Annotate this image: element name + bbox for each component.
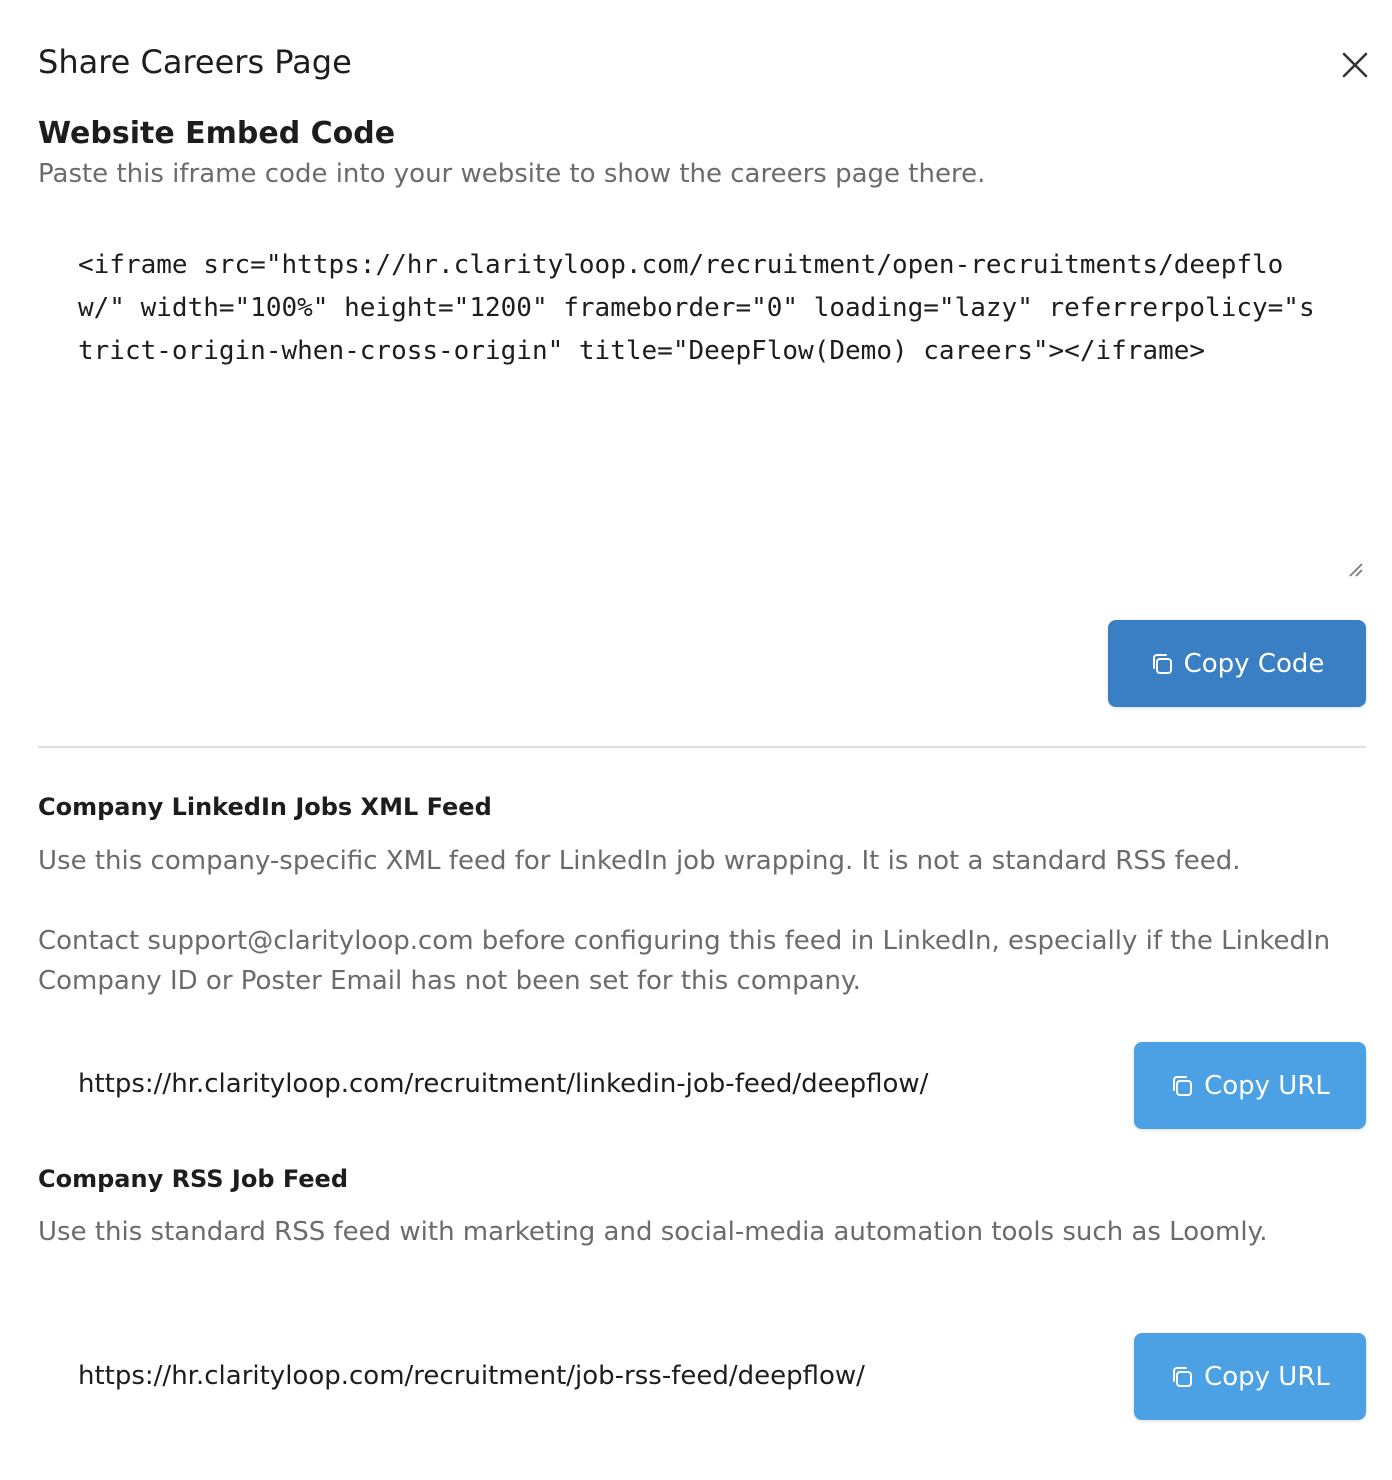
share-careers-dialog: Share Careers Page Website Embed Code Pa… <box>0 0 1392 1480</box>
linkedin-feed-url: https://hr.clarityloop.com/recruitment/l… <box>78 1069 929 1099</box>
linkedin-feed-heading: Company LinkedIn Jobs XML Feed <box>38 793 492 821</box>
copy-rss-url-label: Copy URL <box>1204 1361 1330 1392</box>
section-divider <box>38 746 1366 748</box>
copy-code-label: Copy Code <box>1183 648 1325 679</box>
embed-code-textarea[interactable]: <iframe src="https://hr.clarityloop.com/… <box>38 230 1368 586</box>
copy-linkedin-url-label: Copy URL <box>1204 1070 1330 1101</box>
resize-handle-icon[interactable] <box>1346 560 1366 580</box>
embed-code-heading: Website Embed Code <box>38 116 396 151</box>
dialog-title: Share Careers Page <box>38 43 352 81</box>
copy-linkedin-url-button[interactable]: Copy URL <box>1134 1042 1366 1129</box>
rss-feed-description: Use this standard RSS feed with marketin… <box>38 1217 1268 1247</box>
copy-icon <box>1170 1074 1194 1098</box>
embed-code-description: Paste this iframe code into your website… <box>38 159 986 189</box>
linkedin-feed-contact-note: Contact support@clarityloop.com before c… <box>38 926 1331 996</box>
copy-rss-url-button[interactable]: Copy URL <box>1134 1333 1366 1420</box>
rss-feed-heading: Company RSS Job Feed <box>38 1165 349 1193</box>
linkedin-feed-description: Use this company-specific XML feed for L… <box>38 846 1241 876</box>
copy-code-button[interactable]: Copy Code <box>1108 620 1366 707</box>
copy-icon <box>1150 652 1174 676</box>
rss-feed-url: https://hr.clarityloop.com/recruitment/j… <box>78 1361 865 1391</box>
copy-icon <box>1170 1365 1194 1389</box>
close-icon <box>1342 52 1368 78</box>
close-button[interactable] <box>1336 46 1374 84</box>
